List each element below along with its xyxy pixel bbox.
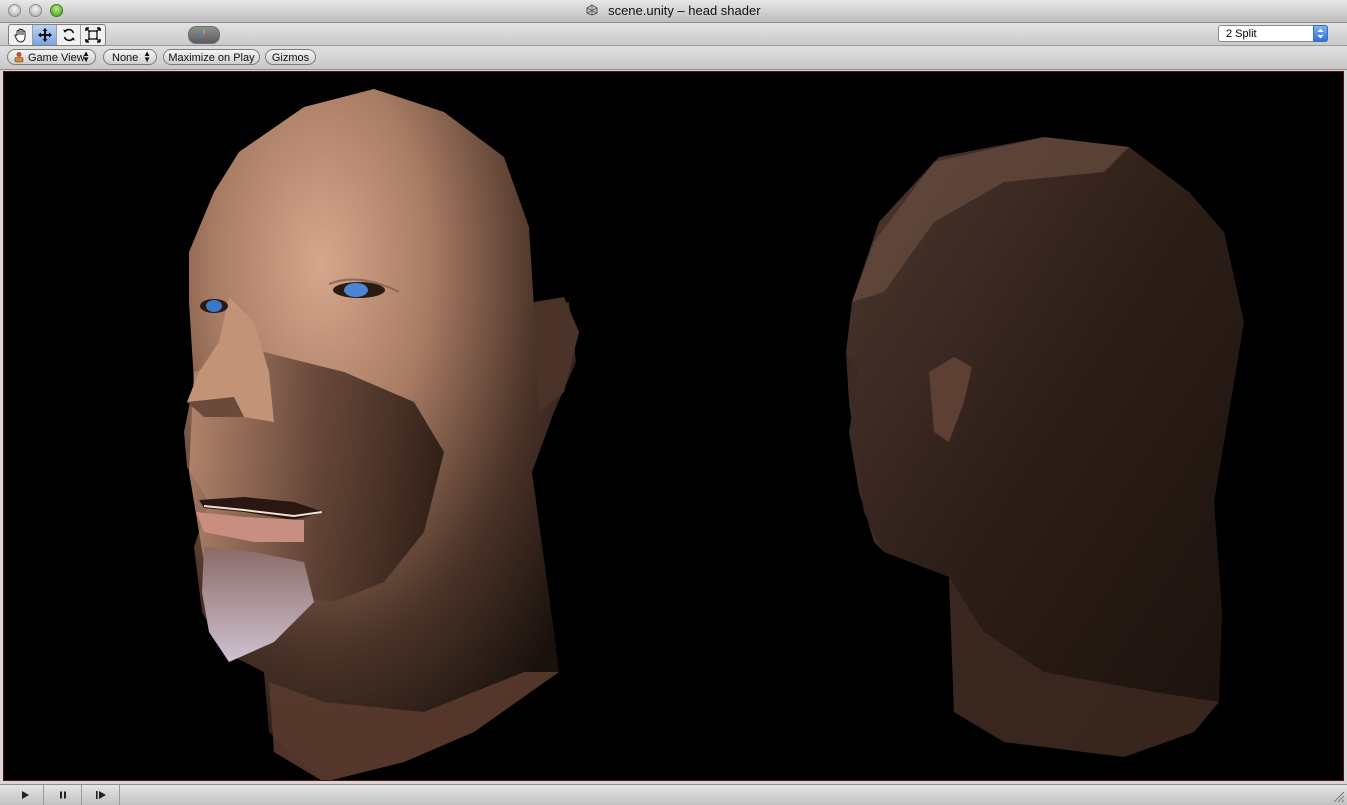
hand-tool-button[interactable] bbox=[9, 25, 33, 45]
rotate-tool-button[interactable] bbox=[57, 25, 81, 45]
aspect-label: None bbox=[112, 52, 139, 64]
title-bar: scene.unity – head shader bbox=[0, 0, 1347, 23]
aspect-dropdown[interactable]: None ▲ ▼ bbox=[103, 49, 157, 65]
main-toolbar: 2 Split bbox=[0, 23, 1347, 46]
play-controls bbox=[0, 784, 1347, 805]
right-head-model bbox=[846, 137, 1244, 757]
view-type-dropdown[interactable]: Game View ▲ ▼ bbox=[7, 49, 96, 65]
rotate-icon bbox=[62, 28, 75, 42]
pivot-toggle-button[interactable] bbox=[188, 26, 220, 44]
maximize-on-play-button[interactable]: Maximize on Play bbox=[163, 49, 260, 65]
game-viewport[interactable] bbox=[3, 71, 1344, 781]
play-button[interactable] bbox=[6, 785, 44, 805]
step-icon bbox=[95, 791, 106, 799]
dropdown-arrows-icon bbox=[1313, 25, 1328, 42]
left-head-model bbox=[184, 89, 579, 780]
window-title: scene.unity – head shader bbox=[608, 3, 761, 18]
window-title-container: scene.unity – head shader bbox=[0, 3, 1347, 18]
updown-arrows-icon: ▲ ▼ bbox=[143, 49, 151, 64]
maximize-on-play-label: Maximize on Play bbox=[168, 52, 255, 64]
scale-icon bbox=[85, 27, 101, 43]
view-type-label: Game View bbox=[28, 52, 85, 64]
transform-tools bbox=[8, 24, 106, 46]
layout-dropdown[interactable]: 2 Split bbox=[1218, 25, 1328, 42]
updown-arrows-icon: ▲ ▼ bbox=[82, 49, 90, 64]
scale-tool-button[interactable] bbox=[81, 25, 105, 45]
layout-value: 2 Split bbox=[1226, 28, 1257, 40]
scene-render bbox=[184, 89, 1244, 780]
game-view-icon bbox=[14, 52, 24, 63]
gizmos-label: Gizmos bbox=[271, 52, 310, 64]
step-button[interactable] bbox=[82, 785, 120, 805]
pause-button[interactable] bbox=[44, 785, 82, 805]
pause-icon bbox=[59, 791, 66, 799]
game-view-toolbar: Game View ▲ ▼ None ▲ ▼ Maximize on Play Gi… bbox=[0, 46, 1347, 70]
play-icon bbox=[21, 791, 29, 799]
unity-icon bbox=[586, 4, 598, 16]
resize-grip-icon[interactable] bbox=[1333, 791, 1345, 803]
move-icon bbox=[37, 28, 52, 42]
gizmos-button[interactable]: Gizmos bbox=[265, 49, 316, 65]
pivot-gizmo-icon bbox=[198, 29, 210, 39]
move-tool-button[interactable] bbox=[33, 25, 57, 45]
hand-icon bbox=[14, 28, 25, 43]
